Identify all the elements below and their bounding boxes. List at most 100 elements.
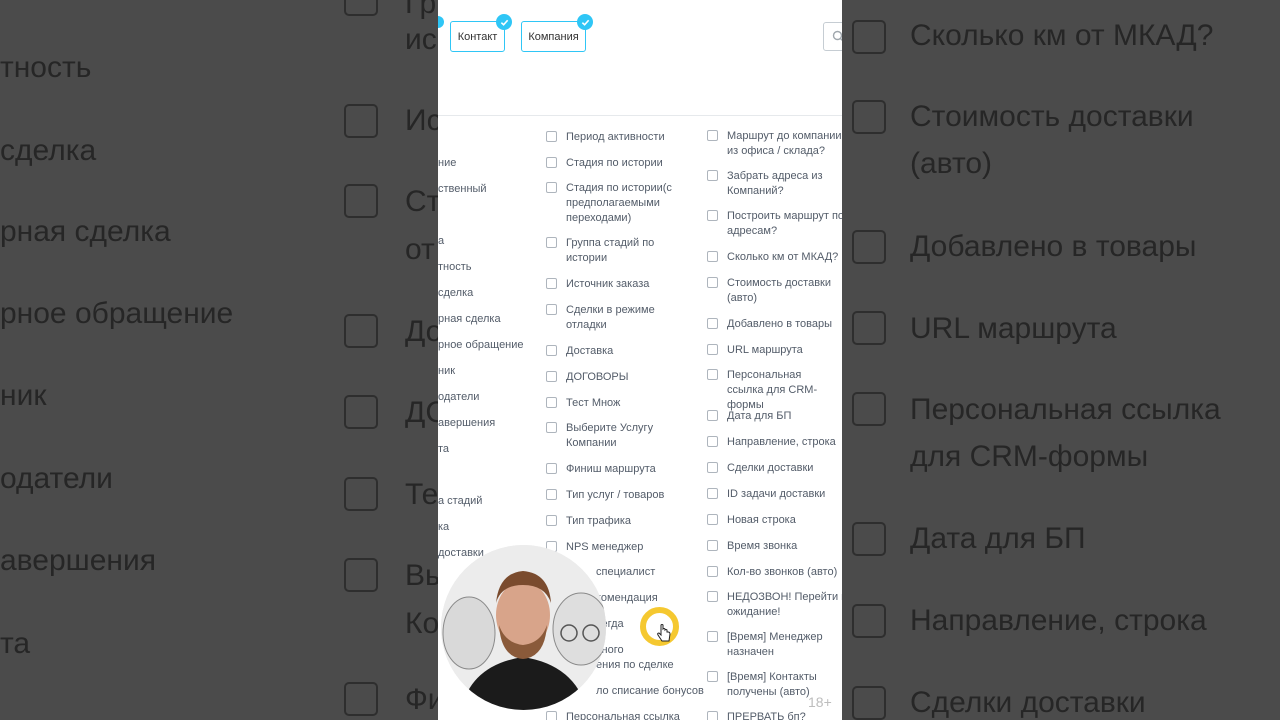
field-option[interactable]: [Время] Менеджер назначен bbox=[707, 630, 837, 660]
field-option-label: Доставка bbox=[566, 345, 614, 357]
field-option[interactable]: Дата для БП bbox=[707, 409, 842, 424]
field-option-label[interactable]: специалист bbox=[596, 566, 655, 578]
list-item-label[interactable]: а стадий bbox=[438, 495, 482, 507]
field-option[interactable]: Тип трафика bbox=[546, 514, 696, 529]
checkbox[interactable] bbox=[707, 277, 718, 288]
checkbox[interactable] bbox=[707, 671, 718, 682]
bg-text: Фи bbox=[405, 683, 438, 716]
field-option[interactable]: NPS менеджер bbox=[546, 540, 696, 555]
field-option[interactable]: Стадия по истории bbox=[546, 156, 696, 171]
checkbox[interactable] bbox=[546, 131, 557, 142]
checkbox[interactable] bbox=[707, 566, 718, 577]
field-option[interactable]: Период активности bbox=[546, 130, 696, 145]
field-option-label: Тип услуг / товаров bbox=[566, 489, 665, 501]
field-option[interactable]: Маршрут до компании из офиса / склада? bbox=[707, 129, 842, 159]
field-option[interactable]: Стоимость доставки (авто) bbox=[707, 276, 837, 306]
list-item-label[interactable]: ние bbox=[438, 157, 456, 169]
checkbox[interactable] bbox=[546, 345, 557, 356]
field-option[interactable]: ДОГОВОРЫ bbox=[546, 370, 696, 385]
field-option[interactable]: Группа стадий по истории bbox=[546, 236, 696, 266]
checkbox[interactable] bbox=[707, 711, 718, 720]
checkbox[interactable] bbox=[546, 278, 557, 289]
checkbox[interactable] bbox=[707, 170, 718, 181]
list-item-label[interactable]: тность bbox=[438, 261, 472, 273]
list-item-label[interactable]: рная сделка bbox=[438, 313, 501, 325]
list-item-label[interactable]: авершения bbox=[438, 417, 495, 429]
bg-checkbox bbox=[344, 558, 378, 592]
checkbox[interactable] bbox=[707, 514, 718, 525]
checkbox[interactable] bbox=[546, 489, 557, 500]
field-option[interactable]: Стадия по истории(с предполагаемыми пере… bbox=[546, 181, 696, 226]
field-option[interactable]: Доставка bbox=[546, 344, 696, 359]
list-item-label[interactable]: та bbox=[438, 443, 449, 455]
field-option[interactable]: Добавлено в товары bbox=[707, 317, 842, 332]
field-option-label[interactable]: ло списание бонусов bbox=[596, 685, 704, 697]
list-item-label[interactable]: ственный bbox=[438, 183, 487, 195]
check-icon bbox=[577, 14, 593, 30]
checkbox[interactable] bbox=[546, 515, 557, 526]
bg-checkbox bbox=[344, 184, 378, 218]
checkbox[interactable] bbox=[546, 304, 557, 315]
list-item-label[interactable]: сделка bbox=[438, 287, 473, 299]
checkbox[interactable] bbox=[546, 711, 557, 720]
checkbox[interactable] bbox=[707, 130, 718, 141]
checkbox[interactable] bbox=[546, 371, 557, 382]
chip-company[interactable]: Компания bbox=[521, 14, 593, 52]
list-item-label[interactable]: ка bbox=[438, 521, 449, 533]
chip-check-partial-icon bbox=[438, 16, 444, 28]
checkbox[interactable] bbox=[707, 210, 718, 221]
field-option-label: Стадия по истории(с предполагаемыми пере… bbox=[566, 182, 672, 224]
checkbox[interactable] bbox=[546, 157, 557, 168]
field-option-label[interactable]: ения по сделке bbox=[596, 659, 674, 671]
field-option[interactable]: Время звонка bbox=[707, 539, 842, 554]
field-option[interactable]: Сколько км от МКАД? bbox=[707, 250, 842, 265]
field-option-label: Кол-во звонков (авто) bbox=[727, 566, 838, 578]
field-option-label[interactable]: комендация bbox=[596, 592, 658, 604]
field-option[interactable]: Выберите Услугу Компании bbox=[546, 421, 666, 451]
checkbox[interactable] bbox=[546, 463, 557, 474]
checkbox[interactable] bbox=[707, 540, 718, 551]
checkbox[interactable] bbox=[707, 318, 718, 329]
list-item-label[interactable]: рное обращение bbox=[438, 339, 524, 351]
checkbox[interactable] bbox=[707, 344, 718, 355]
field-option[interactable]: Забрать адреса из Компаний? bbox=[707, 169, 837, 199]
field-option[interactable]: Сделки доставки bbox=[707, 461, 842, 476]
checkbox[interactable] bbox=[546, 422, 557, 433]
field-option[interactable]: ID задачи доставки bbox=[707, 487, 842, 502]
field-option[interactable]: Персональная ссылка bbox=[546, 710, 696, 720]
field-option[interactable]: Тест Множ bbox=[546, 396, 696, 411]
field-option[interactable]: Финиш маршрута bbox=[546, 462, 696, 477]
checkbox[interactable] bbox=[546, 237, 557, 248]
bg-text: Сколько км от МКАД? bbox=[910, 19, 1214, 52]
field-option[interactable]: Тип услуг / товаров bbox=[546, 488, 696, 503]
list-item-label[interactable]: доставки bbox=[438, 547, 484, 559]
checkbox[interactable] bbox=[707, 369, 718, 380]
checkbox[interactable] bbox=[546, 182, 557, 193]
field-option[interactable]: Кол-во звонков (авто) bbox=[707, 565, 842, 580]
field-option[interactable]: Источник заказа bbox=[546, 277, 696, 292]
field-option-label: Выберите Услугу Компании bbox=[566, 422, 654, 449]
checkbox[interactable] bbox=[707, 488, 718, 499]
checkbox[interactable] bbox=[546, 397, 557, 408]
field-option[interactable]: Построить маршрут по адресам? bbox=[707, 209, 842, 239]
checkbox[interactable] bbox=[707, 251, 718, 262]
field-option[interactable]: Новая строка bbox=[707, 513, 842, 528]
field-option[interactable]: Сделки в режиме отладки bbox=[546, 303, 696, 333]
checkbox[interactable] bbox=[707, 436, 718, 447]
list-item-label[interactable]: одатели bbox=[438, 391, 479, 403]
field-option[interactable]: Персональная ссылка для CRM-формы bbox=[707, 368, 837, 413]
bg-text: Гр bbox=[405, 0, 437, 20]
field-option[interactable]: ПРЕРВАТЬ бп? bbox=[707, 710, 837, 720]
field-option[interactable]: URL маршрута bbox=[707, 343, 842, 358]
checkbox[interactable] bbox=[707, 591, 718, 602]
checkbox[interactable] bbox=[707, 462, 718, 473]
field-option[interactable]: Направление, строка bbox=[707, 435, 842, 450]
field-option[interactable]: НЕДОЗВОН! Перейти в ожидание! bbox=[707, 590, 842, 620]
checkbox[interactable] bbox=[707, 410, 718, 421]
list-item-label[interactable]: а bbox=[438, 235, 444, 247]
field-option-label: Дата для БП bbox=[727, 410, 792, 422]
checkbox[interactable] bbox=[707, 631, 718, 642]
list-item-label[interactable]: ник bbox=[438, 365, 455, 377]
search-button[interactable] bbox=[823, 22, 842, 51]
chip-contact[interactable]: Контакт bbox=[450, 14, 512, 52]
